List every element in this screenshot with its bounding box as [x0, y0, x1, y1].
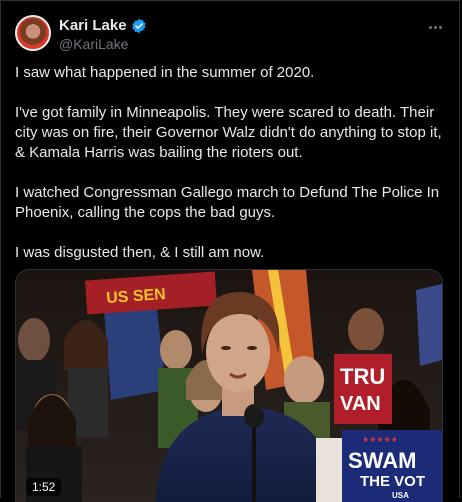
swamp-sign-text: SWAM [348, 448, 416, 473]
us-flag-right [416, 284, 442, 366]
tweet-paragraph: I was disgusted then, & I still am now. [15, 244, 265, 261]
video-player[interactable]: US SEN TRU VAN ★★★★★ SWAM THE VOT USA 1:… [15, 269, 443, 502]
author-handle[interactable]: @KariLake [59, 36, 128, 52]
video-frame: US SEN TRU VAN ★★★★★ SWAM THE VOT USA [16, 270, 442, 502]
avatar[interactable] [15, 15, 51, 51]
tweet-paragraph: I've got family in Minneapolis. They wer… [15, 104, 442, 161]
tweet-card[interactable]: Kari Lake @KariLake I saw what happened … [0, 0, 460, 502]
tweet-header: Kari Lake @KariLake [15, 15, 445, 55]
tweet-paragraph: I watched Congressman Gallego march to D… [15, 184, 440, 221]
swamp-stars: ★★★★★ [362, 435, 398, 444]
verified-badge-icon [131, 18, 146, 33]
swamp-sign-text-3: USA [392, 491, 409, 500]
video-duration: 1:52 [26, 478, 62, 496]
us-flag [104, 300, 166, 400]
tweet-paragraph: I saw what happened in the summer of 202… [15, 64, 315, 81]
author-name-row: Kari Lake [59, 17, 147, 34]
trump-sign-text-2: VAN [340, 393, 381, 415]
tweet-text: I saw what happened in the summer of 202… [15, 63, 451, 283]
author-name[interactable]: Kari Lake [59, 17, 127, 34]
more-options-icon[interactable] [425, 17, 445, 37]
swamp-sign-text-2: THE VOT [360, 473, 425, 490]
trump-sign-text: TRU [340, 364, 385, 389]
